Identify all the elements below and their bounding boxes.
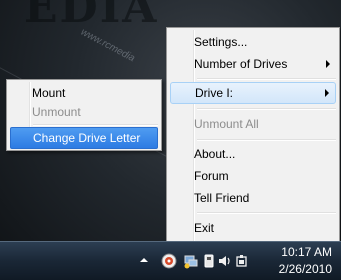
menu-item-number-of-drives[interactable]: Number of Drives [170,53,336,75]
menu-item-exit[interactable]: Exit [170,217,336,239]
taskbar: 10:17 AM 2/26/2010 [0,241,341,280]
menu-separator [33,124,158,126]
submenu-item-label: Unmount [32,105,81,119]
chevron-up-icon[interactable] [136,253,152,269]
submenu-arrow-icon [325,89,329,97]
menu-item-label: Exit [194,221,215,235]
menu-item-label: Unmount All [194,117,259,131]
submenu-item-label: Change Drive Letter [33,131,141,145]
menu-separator [197,108,336,110]
submenu-item-change-drive-letter[interactable]: Change Drive Letter [10,127,158,149]
tray-context-menu: Settings... Number of Drives Drive I: Un… [166,27,340,244]
power-icon[interactable] [234,253,250,269]
menu-item-label: Tell Friend [194,191,250,205]
network-icon[interactable] [183,253,199,269]
daemon-tools-icon[interactable] [161,253,177,269]
volume-icon[interactable] [217,253,233,269]
desktop-watermark: EDIA [24,0,159,33]
removable-drive-icon[interactable] [201,253,217,269]
menu-item-forum[interactable]: Forum [170,165,336,187]
submenu-item-unmount[interactable]: Unmount [10,101,158,123]
menu-item-about[interactable]: About... [170,143,336,165]
menu-separator [197,78,336,80]
menu-item-label: About... [194,147,236,161]
submenu-arrow-icon [326,60,330,68]
menu-separator [197,139,336,141]
menu-item-tell-friend[interactable]: Tell Friend [170,187,336,209]
menu-item-label: Drive I: [195,86,234,100]
menu-item-settings[interactable]: Settings... [170,31,336,53]
menu-item-unmount-all[interactable]: Unmount All [170,113,336,135]
submenu-item-label: Mount [32,86,66,100]
clock-time[interactable]: 10:17 AM [262,245,332,259]
menu-item-drive-i[interactable]: Drive I: [170,82,336,104]
menu-separator [197,212,336,214]
menu-item-label: Number of Drives [194,57,288,71]
menu-item-label: Settings... [194,35,248,49]
drive-submenu: Mount Unmount Change Drive Letter [6,79,162,151]
clock-date[interactable]: 2/26/2010 [262,262,332,276]
menu-item-label: Forum [194,169,229,183]
